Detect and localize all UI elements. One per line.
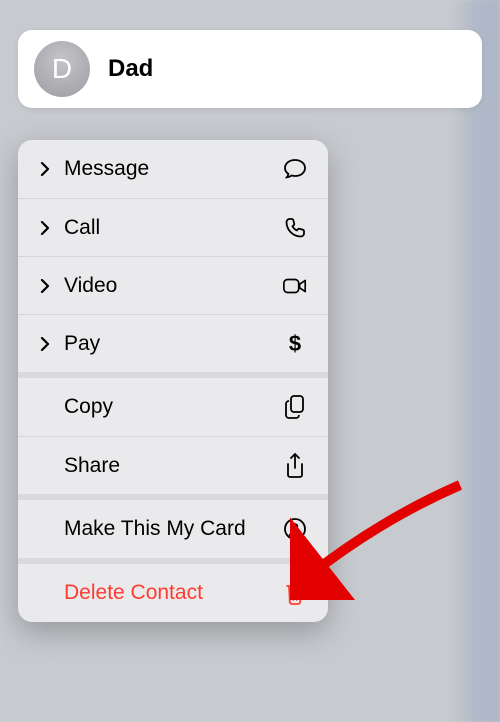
share-icon <box>282 453 308 479</box>
chevron-right-icon <box>36 337 54 351</box>
menu-group-copy-share: Copy Share <box>18 372 328 494</box>
menu-item-label: Share <box>64 454 282 478</box>
phone-icon <box>282 215 308 241</box>
menu-item-label: Message <box>64 157 282 181</box>
menu-item-label: Copy <box>64 395 282 419</box>
menu-item-label: Video <box>64 274 282 298</box>
menu-item-video[interactable]: Video <box>18 256 328 314</box>
menu-group-actions: Message Call Video <box>18 140 328 372</box>
menu-item-label: Make This My Card <box>64 517 282 541</box>
menu-group-delete: Delete Contact <box>18 558 328 622</box>
contact-card[interactable]: D Dad <box>18 30 482 108</box>
background-right-strip <box>472 0 500 722</box>
chevron-right-icon <box>36 221 54 235</box>
copy-icon <box>282 394 308 420</box>
menu-item-make-my-card[interactable]: Make This My Card <box>18 500 328 558</box>
menu-item-pay[interactable]: Pay $ <box>18 314 328 372</box>
chevron-right-icon <box>36 162 54 176</box>
chevron-right-icon <box>36 279 54 293</box>
video-icon <box>282 273 308 299</box>
menu-item-share[interactable]: Share <box>18 436 328 494</box>
menu-item-copy[interactable]: Copy <box>18 378 328 436</box>
person-circle-icon <box>282 516 308 542</box>
menu-group-card: Make This My Card <box>18 494 328 558</box>
message-icon <box>282 156 308 182</box>
menu-item-label: Pay <box>64 332 282 356</box>
menu-item-call[interactable]: Call <box>18 198 328 256</box>
menu-item-message[interactable]: Message <box>18 140 328 198</box>
avatar-letter: D <box>52 53 72 85</box>
dollar-icon: $ <box>282 331 308 357</box>
avatar: D <box>34 41 90 97</box>
context-menu: Message Call Video <box>18 140 328 622</box>
menu-item-label: Delete Contact <box>64 581 282 605</box>
menu-item-delete-contact[interactable]: Delete Contact <box>18 564 328 622</box>
menu-item-label: Call <box>64 216 282 240</box>
trash-icon <box>282 580 308 606</box>
contact-name: Dad <box>108 55 153 83</box>
